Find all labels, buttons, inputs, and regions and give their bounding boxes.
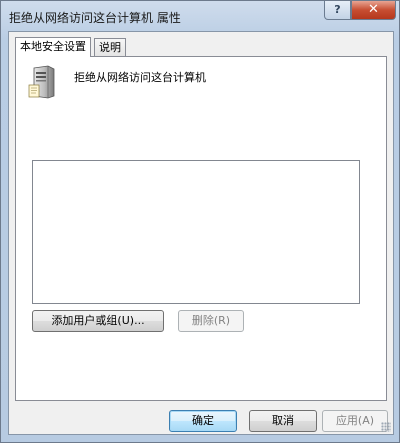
title-bar[interactable]: 拒绝从网络访问这台计算机 属性 ? ✕: [1, 1, 399, 31]
help-icon: ?: [334, 3, 341, 16]
window-title: 拒绝从网络访问这台计算机 属性: [9, 11, 181, 25]
accounts-listbox[interactable]: [32, 160, 360, 304]
ok-button[interactable]: 确定: [169, 410, 237, 432]
tab-panel: 拒绝从网络访问这台计算机 添加用户或组(U)... 删除(R): [15, 56, 387, 401]
resize-grip[interactable]: [381, 422, 391, 432]
help-button[interactable]: ?: [324, 1, 351, 20]
properties-dialog: 拒绝从网络访问这台计算机 属性 ? ✕ 本地安全设置 说明 拒绝从网络访问这台计…: [0, 0, 400, 443]
close-button[interactable]: ✕: [351, 1, 396, 20]
tab-local-security-setting[interactable]: 本地安全设置: [15, 37, 91, 57]
policy-name: 拒绝从网络访问这台计算机: [74, 71, 206, 84]
dialog-client-area: 本地安全设置 说明 拒绝从网络访问这台计算机 添加用户或组(U)... 删除(R…: [8, 31, 394, 435]
add-user-or-group-button[interactable]: 添加用户或组(U)...: [32, 310, 164, 332]
tab-explain[interactable]: 说明: [94, 38, 126, 57]
cancel-button[interactable]: 取消: [249, 410, 317, 432]
close-icon: ✕: [368, 2, 379, 17]
remove-button[interactable]: 删除(R): [178, 310, 244, 332]
apply-button[interactable]: 应用(A): [322, 410, 388, 432]
server-computer-icon: [28, 65, 55, 99]
